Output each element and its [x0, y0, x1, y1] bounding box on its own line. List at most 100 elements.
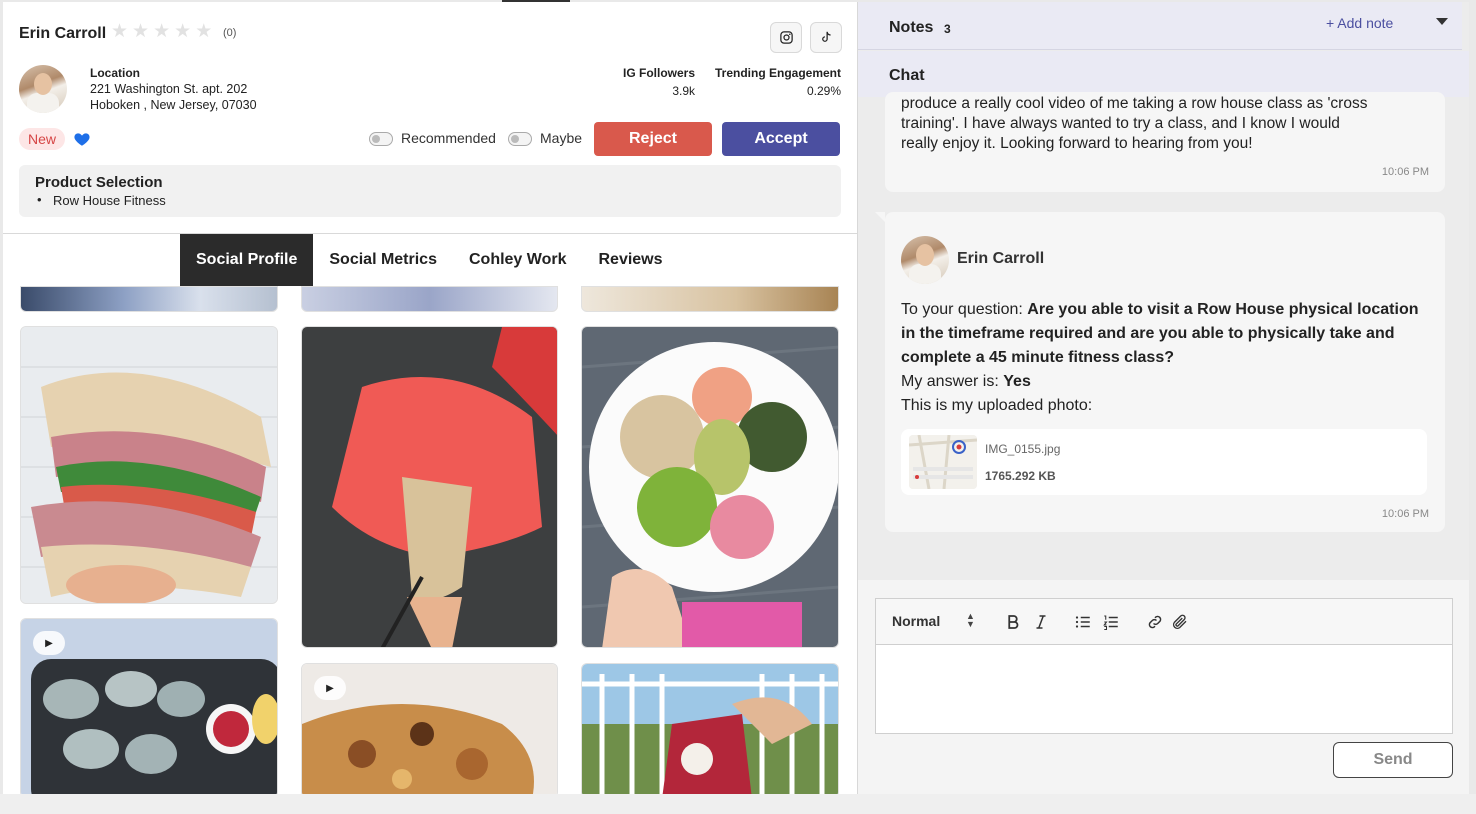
social-post-thumbnail[interactable]: [581, 326, 839, 648]
engagement-metric: Trending Engagement 0.29%: [703, 66, 841, 98]
recommended-label: Recommended: [401, 130, 496, 146]
profile-tabs: Social Profile Social Metrics Cohley Wor…: [180, 234, 679, 286]
social-post-thumbnail[interactable]: ▶: [20, 618, 278, 794]
attachment-size: 1765.292 KB: [985, 469, 1056, 483]
maybe-toggle[interactable]: [508, 132, 532, 146]
address-line-1: 221 Washington St. apt. 202: [90, 82, 248, 96]
social-post-thumbnail[interactable]: [301, 326, 558, 648]
editor-toolbar: Normal ▲ ▼: [876, 599, 1452, 645]
tiktok-icon: [821, 31, 831, 42]
bullet-list-icon[interactable]: [1072, 611, 1094, 633]
social-post-thumbnail[interactable]: [301, 286, 558, 312]
attachment-filename: IMG_0155.jpg: [985, 442, 1061, 456]
message-text: produce a really cool video of me taking…: [901, 94, 1431, 154]
numbered-list-icon[interactable]: [1100, 611, 1122, 633]
add-note-button[interactable]: + Add note: [1326, 15, 1393, 31]
address-line-2: Hoboken , New Jersey, 07030: [90, 98, 257, 112]
play-video-icon[interactable]: ▶: [314, 676, 346, 700]
rich-text-editor: Normal ▲ ▼: [875, 598, 1453, 734]
accept-button[interactable]: Accept: [722, 122, 840, 156]
engagement-value: 0.29%: [806, 84, 841, 98]
star-icon[interactable]: ★: [132, 22, 149, 42]
maybe-label: Maybe: [540, 130, 583, 146]
recommended-toggle[interactable]: [369, 132, 393, 146]
reject-button[interactable]: Reject: [594, 122, 712, 156]
notes-count-badge: 3: [944, 22, 951, 36]
message-timestamp: 10:06 PM: [1381, 166, 1429, 178]
attachment-card[interactable]: IMG_0155.jpg 1765.292 KB: [901, 429, 1427, 495]
question-text: complete a 45 minute fitness class?: [901, 349, 1174, 366]
text-format-select[interactable]: Normal: [892, 613, 940, 629]
instagram-button[interactable]: [770, 22, 802, 53]
notes-header[interactable]: Notes 3 + Add note: [858, 2, 1462, 50]
window-bottom-bar: [0, 794, 1476, 814]
message-composer: Normal ▲ ▼ Send: [858, 580, 1469, 794]
creator-profile-panel: Erin Carroll ★ ★ ★ ★ ★ (0) Location 221 …: [3, 2, 857, 794]
chevron-down-icon[interactable]: [1436, 18, 1448, 25]
attachment-icon[interactable]: [1169, 611, 1191, 633]
link-icon[interactable]: [1144, 611, 1166, 633]
message-line: really enjoy it. Looking forward to hear…: [901, 135, 1253, 152]
ig-followers-value: 3.9k: [672, 84, 695, 98]
heart-icon[interactable]: [73, 130, 91, 148]
chat-message: Erin Carroll To your question: Are you a…: [875, 212, 1445, 532]
sender-avatar: [901, 236, 949, 284]
star-icon[interactable]: ★: [111, 22, 128, 42]
question-text: in the timeframe required and are you ab…: [901, 325, 1395, 342]
product-selection-box: Product Selection Row House Fitness: [19, 165, 841, 217]
product-selection-title: Product Selection: [35, 174, 163, 191]
bold-icon[interactable]: [1002, 611, 1024, 633]
play-video-icon[interactable]: ▶: [33, 631, 65, 655]
social-post-thumbnail[interactable]: ▶: [301, 663, 558, 794]
social-post-thumbnail[interactable]: [20, 286, 278, 312]
engagement-label: Trending Engagement: [714, 66, 841, 80]
chat-title: Chat: [889, 67, 925, 84]
ig-followers-label: IG Followers: [622, 66, 695, 80]
notes-title: Notes: [889, 19, 934, 36]
answer-text: Yes: [1003, 373, 1031, 390]
rating-stars[interactable]: ★ ★ ★ ★ ★: [111, 22, 212, 42]
send-button[interactable]: Send: [1333, 742, 1453, 778]
sender-name: Erin Carroll: [957, 250, 1045, 267]
snack-photo: [582, 664, 838, 794]
chat-message: produce a really cool video of me taking…: [885, 92, 1445, 192]
star-icon[interactable]: ★: [174, 22, 191, 42]
tab-social-profile[interactable]: Social Profile: [180, 234, 314, 286]
message-timestamp: 10:06 PM: [1381, 508, 1429, 520]
creator-avatar: [19, 65, 67, 113]
question-text: Are you able to visit a Row House physic…: [1027, 301, 1419, 318]
chat-header: Chat: [858, 51, 1469, 97]
social-post-thumbnail[interactable]: [581, 663, 839, 794]
message-line: training'. I have always wanted to try a…: [901, 115, 1340, 132]
food-bowl-photo: [582, 327, 838, 647]
ig-followers-metric: IG Followers 3.9k: [613, 66, 695, 98]
sandwich-photo: [21, 327, 277, 603]
tab-reviews[interactable]: Reviews: [582, 234, 678, 286]
status-badge: New: [19, 128, 66, 150]
answer-prefix: My answer is:: [901, 373, 1004, 390]
product-item: Row House Fitness: [35, 192, 825, 208]
social-post-thumbnail[interactable]: [581, 286, 839, 312]
rating-count: (0): [223, 27, 237, 39]
attachment-thumbnail: [909, 435, 977, 489]
location-label: Location: [90, 66, 140, 80]
star-icon[interactable]: ★: [153, 22, 170, 42]
star-icon[interactable]: ★: [195, 22, 212, 42]
instagram-icon: [779, 31, 793, 44]
message-line: produce a really cool video of me taking…: [901, 95, 1368, 112]
question-prefix: To your question:: [901, 301, 1028, 318]
italic-icon[interactable]: [1030, 611, 1052, 633]
app-window: Erin Carroll ★ ★ ★ ★ ★ (0) Location 221 …: [0, 0, 1476, 814]
tab-social-metrics[interactable]: Social Metrics: [313, 234, 453, 286]
message-input[interactable]: [876, 646, 1452, 733]
photo-caption: This is my uploaded photo:: [901, 397, 1093, 414]
outfit-photo: [302, 327, 557, 647]
social-post-thumbnail[interactable]: [20, 326, 278, 604]
tab-cohley-work[interactable]: Cohley Work: [453, 234, 583, 286]
creator-name: Erin Carroll: [19, 25, 107, 42]
map-screenshot-icon: [909, 435, 977, 489]
message-text: To your question: Are you able to visit …: [901, 298, 1437, 418]
tiktok-button[interactable]: [810, 22, 842, 53]
messages-panel: Notes 3 + Add note Chat produce a really…: [857, 2, 1469, 794]
select-arrows-icon[interactable]: ▲ ▼: [966, 612, 975, 629]
